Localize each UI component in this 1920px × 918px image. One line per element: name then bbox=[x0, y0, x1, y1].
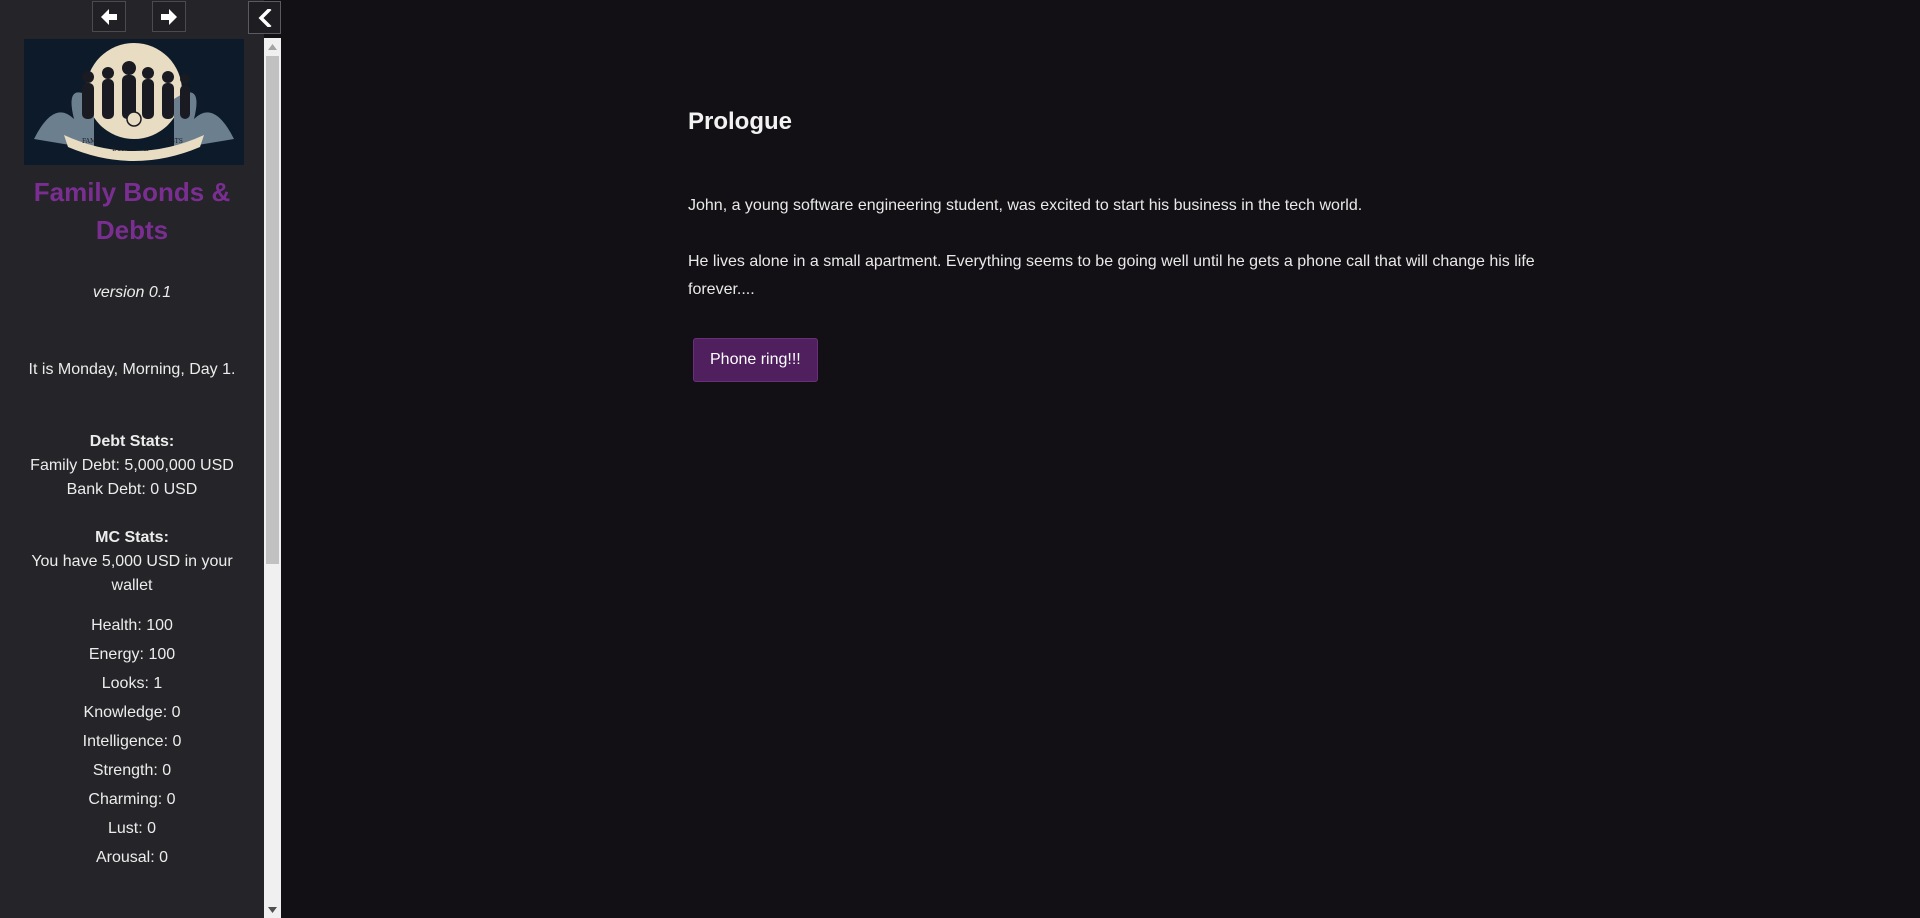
sidebar-toggle-button[interactable] bbox=[248, 1, 281, 34]
story-sidebar: FAMILY BONDS & DEBTS Family Bonds & Debt… bbox=[0, 0, 264, 918]
history-forward-button[interactable] bbox=[152, 1, 186, 32]
bank-debt-stat: Bank Debt: 0 USD bbox=[66, 481, 198, 498]
lust-stat: Lust: 0 bbox=[107, 820, 157, 837]
story-banner-image: FAMILY BONDS & DEBTS bbox=[24, 39, 244, 165]
svg-text:FAMILY: FAMILY bbox=[82, 138, 107, 145]
debt-stats-header: Debt Stats: bbox=[89, 433, 175, 450]
phone-ring-link-button[interactable]: Phone ring!!! bbox=[693, 338, 818, 382]
svg-text:BONDS: BONDS bbox=[112, 146, 136, 153]
svg-text:&: & bbox=[143, 146, 149, 153]
arrow-right-icon bbox=[161, 8, 177, 25]
mc-stats-header: MC Stats: bbox=[95, 529, 169, 546]
passage-paragraph: John, a young software engineering stude… bbox=[688, 197, 1363, 214]
scroll-up-icon[interactable] bbox=[264, 38, 281, 55]
looks-stat: Looks: 1 bbox=[101, 675, 163, 692]
strength-stat: Strength: 0 bbox=[92, 762, 172, 779]
energy-stat: Energy: 100 bbox=[88, 646, 176, 663]
scroll-down-icon[interactable] bbox=[264, 901, 281, 918]
scrollbar-thumb[interactable] bbox=[266, 56, 279, 564]
story-title: Family Bonds & Debts bbox=[33, 177, 231, 245]
charming-stat: Charming: 0 bbox=[88, 791, 176, 808]
arrow-left-icon bbox=[101, 8, 117, 25]
family-debt-stat: Family Debt: 5,000,000 USD bbox=[30, 457, 234, 474]
passage-title: Prologue bbox=[688, 108, 793, 135]
time-of-day-text: It is Monday, Morning, Day 1. bbox=[28, 361, 236, 378]
health-stat: Health: 100 bbox=[91, 617, 173, 634]
svg-text:DEBTS: DEBTS bbox=[161, 138, 183, 145]
sidebar-scrollbar[interactable] bbox=[264, 38, 281, 918]
history-back-button[interactable] bbox=[92, 1, 126, 32]
intelligence-stat: Intelligence: 0 bbox=[82, 733, 182, 750]
knowledge-stat: Knowledge: 0 bbox=[83, 704, 181, 721]
sidebar-content: FAMILY BONDS & DEBTS Family Bonds & Debt… bbox=[0, 38, 264, 918]
arousal-stat: Arousal: 0 bbox=[95, 849, 169, 866]
story-version: version 0.1 bbox=[92, 284, 172, 301]
passage-paragraph: He lives alone in a small apartment. Eve… bbox=[688, 253, 1535, 298]
chevron-left-icon bbox=[258, 8, 271, 27]
wallet-stat: You have 5,000 USD in your wallet bbox=[31, 553, 233, 594]
